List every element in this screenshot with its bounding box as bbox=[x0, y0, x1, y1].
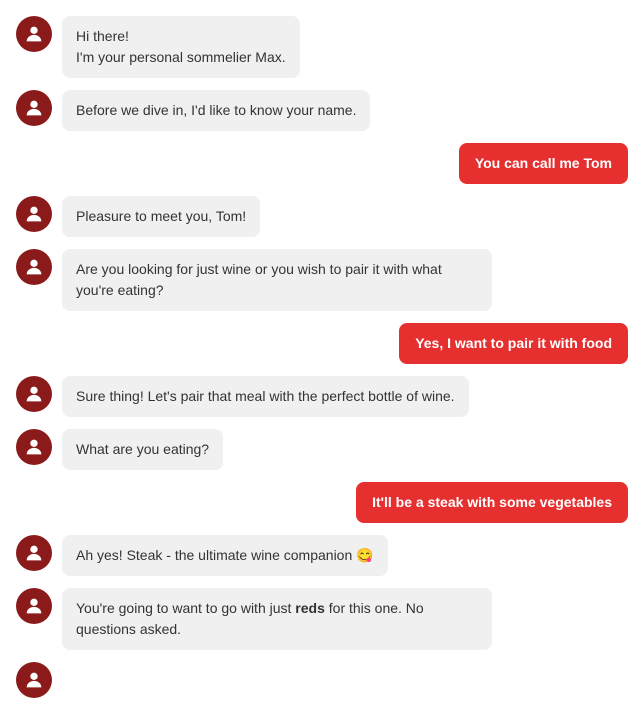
avatar bbox=[16, 535, 52, 571]
bubble-line: Pleasure to meet you, Tom! bbox=[76, 206, 246, 227]
bot-bubble: Ah yes! Steak - the ultimate wine compan… bbox=[62, 535, 388, 576]
bubble-line: You're going to want to go with just red… bbox=[76, 598, 478, 640]
avatar bbox=[16, 249, 52, 285]
message-row: Ah yes! Steak - the ultimate wine compan… bbox=[16, 535, 628, 576]
bubble-line: Sure thing! Let's pair that meal with th… bbox=[76, 386, 455, 407]
bubble-line: I'm your personal sommelier Max. bbox=[76, 47, 286, 68]
message-row-partial bbox=[16, 662, 628, 698]
avatar bbox=[16, 376, 52, 412]
message-row-user: Yes, I want to pair it with food bbox=[16, 323, 628, 364]
bubble-line: Hi there! bbox=[76, 26, 286, 47]
bot-bubble: You're going to want to go with just red… bbox=[62, 588, 492, 650]
bot-bubble: Before we dive in, I'd like to know your… bbox=[62, 90, 370, 131]
avatar bbox=[16, 196, 52, 232]
chat-container: Hi there! I'm your personal sommelier Ma… bbox=[0, 0, 644, 714]
message-row: Are you looking for just wine or you wis… bbox=[16, 249, 628, 311]
bubble-line: Are you looking for just wine or you wis… bbox=[76, 259, 478, 301]
bubble-line: It'll be a steak with some vegetables bbox=[372, 492, 612, 513]
avatar bbox=[16, 429, 52, 465]
message-row: Sure thing! Let's pair that meal with th… bbox=[16, 376, 628, 417]
avatar bbox=[16, 16, 52, 52]
bubble-line: What are you eating? bbox=[76, 439, 209, 460]
message-row-user: You can call me Tom bbox=[16, 143, 628, 184]
bot-bubble: Are you looking for just wine or you wis… bbox=[62, 249, 492, 311]
bot-bubble: Hi there! I'm your personal sommelier Ma… bbox=[62, 16, 300, 78]
avatar bbox=[16, 90, 52, 126]
bot-bubble: Sure thing! Let's pair that meal with th… bbox=[62, 376, 469, 417]
bot-bubble: Pleasure to meet you, Tom! bbox=[62, 196, 260, 237]
bubble-line: Yes, I want to pair it with food bbox=[415, 333, 612, 354]
bubble-line: Ah yes! Steak - the ultimate wine compan… bbox=[76, 545, 374, 566]
avatar bbox=[16, 588, 52, 624]
message-row: Hi there! I'm your personal sommelier Ma… bbox=[16, 16, 628, 78]
message-row-user: It'll be a steak with some vegetables bbox=[16, 482, 628, 523]
bubble-line: Before we dive in, I'd like to know your… bbox=[76, 100, 356, 121]
user-bubble: Yes, I want to pair it with food bbox=[399, 323, 628, 364]
bubble-line: You can call me Tom bbox=[475, 153, 612, 174]
message-row: Before we dive in, I'd like to know your… bbox=[16, 90, 628, 131]
message-row: What are you eating? bbox=[16, 429, 628, 470]
user-bubble: You can call me Tom bbox=[459, 143, 628, 184]
message-row: Pleasure to meet you, Tom! bbox=[16, 196, 628, 237]
message-row: You're going to want to go with just red… bbox=[16, 588, 628, 650]
user-bubble: It'll be a steak with some vegetables bbox=[356, 482, 628, 523]
bot-bubble: What are you eating? bbox=[62, 429, 223, 470]
avatar bbox=[16, 662, 52, 698]
